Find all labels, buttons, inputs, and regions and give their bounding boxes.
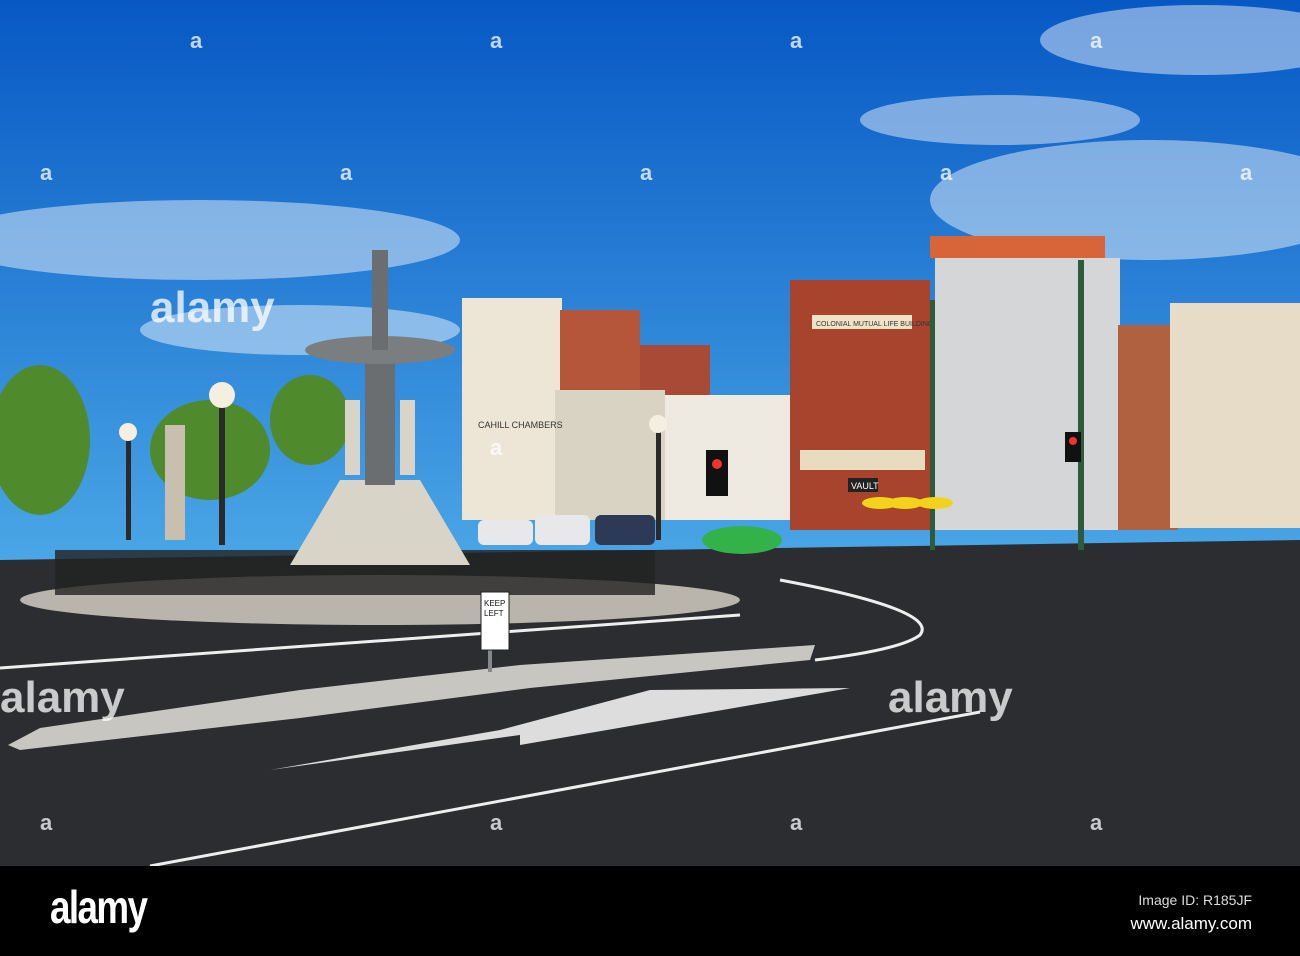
svg-text:alamy: alamy — [888, 673, 1013, 722]
svg-text:a: a — [790, 810, 803, 835]
colonial-mutual-life-building: COLONIAL MUTUAL LIFE BUILDING VAULT — [790, 280, 933, 530]
svg-text:a: a — [490, 435, 503, 460]
yellow-umbrellas — [862, 497, 953, 509]
green-car — [702, 526, 782, 554]
svg-text:a: a — [1240, 160, 1253, 185]
svg-text:a: a — [490, 28, 503, 53]
svg-text:a: a — [190, 28, 203, 53]
footer-bar: alamy Image ID: R185JF www.alamy.com — [0, 866, 1300, 956]
grey-heritage-building — [930, 236, 1120, 530]
street-scene-photo: CAHILL CHAMBERS COLONIAL MUTUAL LIFE BUI… — [0, 0, 1300, 866]
svg-text:a: a — [940, 160, 953, 185]
image-id: Image ID: R185JF — [1138, 892, 1252, 908]
svg-text:a: a — [490, 810, 503, 835]
svg-text:a: a — [1090, 810, 1103, 835]
svg-text:KEEP: KEEP — [484, 599, 505, 608]
svg-text:a: a — [790, 28, 803, 53]
svg-text:CAHILL CHAMBERS: CAHILL CHAMBERS — [478, 420, 563, 430]
svg-text:LEFT: LEFT — [484, 609, 504, 618]
svg-text:alamy: alamy — [0, 673, 125, 722]
svg-text:a: a — [340, 160, 353, 185]
svg-text:alamy: alamy — [150, 283, 275, 332]
right-corner-building — [1118, 303, 1300, 530]
alamy-logo: alamy — [50, 881, 148, 933]
site-url: www.alamy.com — [1130, 914, 1252, 933]
svg-text:a: a — [40, 160, 53, 185]
svg-text:a: a — [640, 160, 653, 185]
stock-photo: CAHILL CHAMBERS COLONIAL MUTUAL LIFE BUI… — [0, 0, 1300, 956]
svg-text:a: a — [1090, 28, 1103, 53]
svg-text:a: a — [40, 810, 53, 835]
war-memorial-obelisk — [165, 425, 185, 540]
svg-text:COLONIAL MUTUAL LIFE BUILDING: COLONIAL MUTUAL LIFE BUILDING — [816, 321, 933, 328]
svg-text:VAULT: VAULT — [851, 481, 879, 491]
